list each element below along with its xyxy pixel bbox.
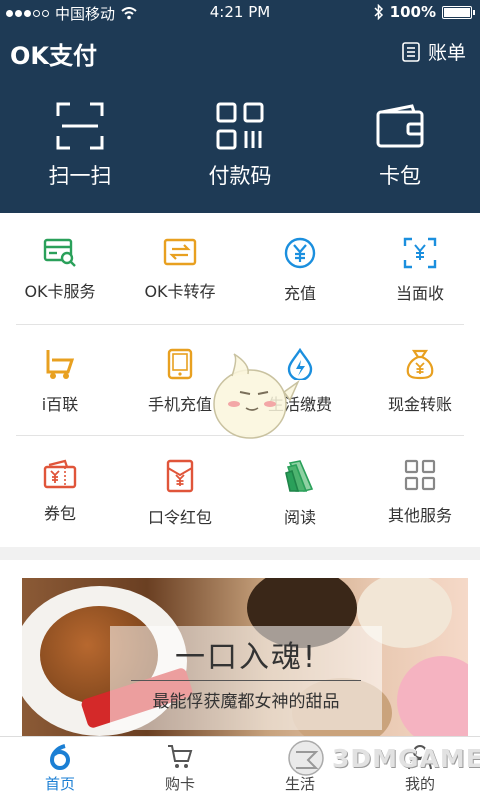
status-bar: 中国移动 4:21 PM 100%: [0, 0, 480, 24]
phone-icon: [167, 348, 193, 380]
grid-label: i百联: [41, 395, 79, 414]
tab-label: 购卡: [164, 775, 195, 793]
grid-label: 充值: [283, 284, 316, 303]
grid-label: 手机充值: [147, 395, 212, 414]
promo-banner[interactable]: 一口入魂! 最能俘获魔都女神的甜品: [22, 578, 468, 736]
qr-code-icon: [216, 102, 264, 150]
scan-label: 扫一扫: [48, 164, 112, 188]
password-red-packet-button[interactable]: 口令红包: [120, 435, 240, 546]
card-transfer-icon: [163, 238, 197, 266]
bluetooth-icon: [374, 4, 383, 20]
scan-icon: [56, 102, 104, 150]
grid-label: 阅读: [283, 508, 316, 527]
banner-title: 一口入魂!: [174, 640, 318, 675]
battery-icon: [442, 5, 475, 19]
card-wallet-button[interactable]: 卡包: [320, 80, 480, 213]
card-wallet-label: 卡包: [379, 164, 421, 188]
shopping-cart-b-icon: [46, 350, 75, 379]
wallet-icon: [376, 104, 424, 148]
grid-label: 口令红包: [147, 508, 212, 527]
money-bag-icon: [406, 349, 434, 380]
watermark-logo-icon: [288, 740, 324, 776]
red-envelope-icon: [166, 459, 194, 493]
coupon-button[interactable]: 券包: [0, 435, 120, 546]
cart-icon: [168, 745, 193, 768]
other-services-button[interactable]: 其他服务: [360, 435, 480, 546]
app-title: OK支付: [10, 42, 97, 70]
recharge-button[interactable]: 充值: [240, 213, 360, 324]
reading-button[interactable]: 阅读: [240, 435, 360, 546]
pay-code-label: 付款码: [208, 164, 272, 188]
grid-label: 券包: [43, 504, 76, 523]
watermark-text: 3DMGAME: [332, 743, 480, 773]
tab-label: 首页: [44, 775, 75, 793]
ibailian-button[interactable]: i百联: [0, 324, 120, 435]
grid-label: 当面收: [395, 284, 444, 303]
bill-button[interactable]: 账单: [402, 38, 466, 65]
banner-caption: 一口入魂! 最能俘获魔都女神的甜品: [110, 626, 382, 730]
app-bar: OK支付 账单: [0, 24, 480, 80]
bill-label: 账单: [427, 42, 466, 64]
ok-card-transfer-button[interactable]: OK卡转存: [120, 213, 240, 324]
grid-label: OK卡转存: [144, 282, 216, 301]
banner-subtitle: 最能俘获魔都女神的甜品: [152, 692, 340, 712]
mascot-icon: [213, 353, 300, 439]
card-search-icon: [43, 238, 76, 267]
promo-section: 一口入魂! 最能俘获魔都女神的甜品: [0, 560, 480, 736]
watermark: 3DMGAME: [286, 738, 480, 778]
book-icon: [285, 460, 314, 492]
scan-button[interactable]: 扫一扫: [0, 80, 160, 213]
list-document-icon: [402, 41, 420, 62]
grid-icon: [404, 459, 436, 491]
home-six-icon: [49, 744, 70, 770]
grid-label: OK卡服务: [24, 282, 96, 301]
battery-percent: 100%: [389, 3, 436, 21]
grid-label: 现金转账: [387, 395, 452, 414]
tab-buy-card[interactable]: 购卡: [120, 737, 240, 800]
coupon-icon: [43, 459, 77, 489]
grid-label: 其他服务: [387, 506, 452, 525]
pay-code-button[interactable]: 付款码: [160, 80, 320, 213]
quick-actions: 扫一扫 付款码 卡包: [0, 80, 480, 213]
tab-home[interactable]: 首页: [0, 737, 120, 800]
yuan-circle-icon: [284, 237, 316, 269]
in-person-receive-button[interactable]: 当面收: [360, 213, 480, 324]
ok-card-service-button[interactable]: OK卡服务: [0, 213, 120, 324]
scan-yuan-icon: [403, 237, 437, 269]
cash-transfer-button[interactable]: 现金转账: [360, 324, 480, 435]
